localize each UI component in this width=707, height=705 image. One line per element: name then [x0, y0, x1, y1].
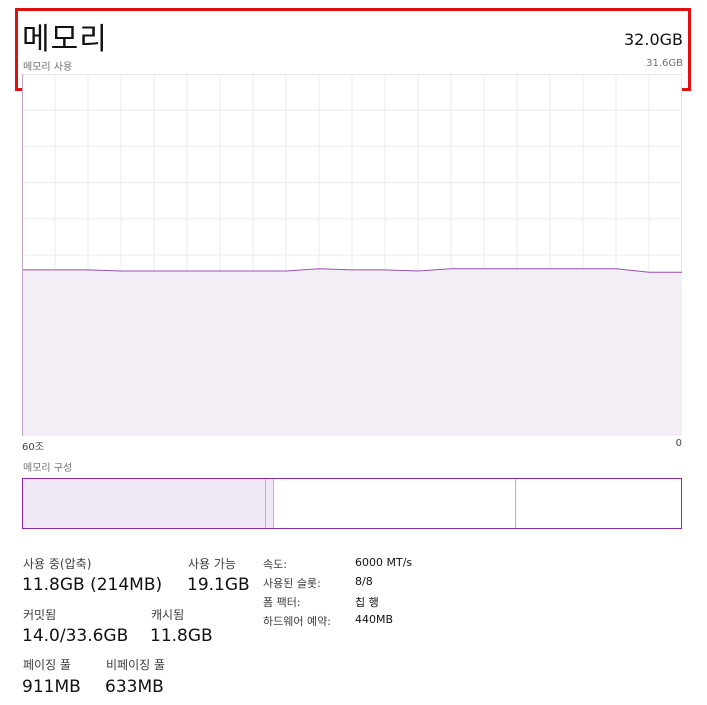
committed-label: 커밋됨: [23, 608, 57, 622]
hardware-reserved-label: 하드웨어 예약:: [263, 615, 331, 628]
committed-value: 14.0/33.6GB: [22, 626, 129, 646]
slots-used-label: 사용된 슬롯:: [263, 577, 321, 590]
memory-usage-max: 31.6GB: [646, 58, 683, 69]
memory-total: 32.0GB: [624, 30, 683, 49]
speed-label: 속도:: [263, 558, 287, 571]
memory-composition-label: 메모리 구성: [23, 463, 73, 474]
memory-usage-chart: [22, 74, 682, 436]
cached-value: 11.8GB: [150, 626, 213, 646]
hardware-reserved-value: 440MB: [355, 613, 394, 626]
available-label: 사용 가능: [188, 557, 236, 571]
nonpaged-pool-label: 비페이징 풀: [106, 658, 166, 672]
memory-usage-label: 메모리 사용: [23, 62, 73, 73]
nonpaged-pool-value: 633MB: [105, 677, 164, 697]
composition-segment-free[interactable]: [516, 479, 681, 528]
available-value: 19.1GB: [187, 575, 250, 595]
page-title: 메모리: [22, 22, 108, 57]
memory-composition-bar[interactable]: [22, 478, 682, 529]
chart-x-left-label: 60조: [22, 442, 44, 453]
in-use-value: 11.8GB (214MB): [22, 575, 163, 595]
memory-usage-area: [22, 268, 682, 436]
form-factor-value: 칩 행: [355, 596, 379, 609]
composition-segment-standby[interactable]: [273, 479, 517, 528]
chart-x-right-label: 0: [675, 438, 682, 449]
speed-value: 6000 MT/s: [355, 556, 413, 569]
cached-label: 캐시됨: [151, 608, 185, 622]
paged-pool-value: 911MB: [22, 677, 81, 697]
composition-segment-modified[interactable]: [265, 479, 274, 528]
in-use-label: 사용 중(압축): [23, 557, 92, 571]
slots-used-value: 8/8: [355, 575, 373, 588]
form-factor-label: 폼 팩터:: [263, 596, 301, 609]
paged-pool-label: 페이징 풀: [23, 658, 71, 672]
composition-segment-in-use[interactable]: [23, 479, 266, 528]
